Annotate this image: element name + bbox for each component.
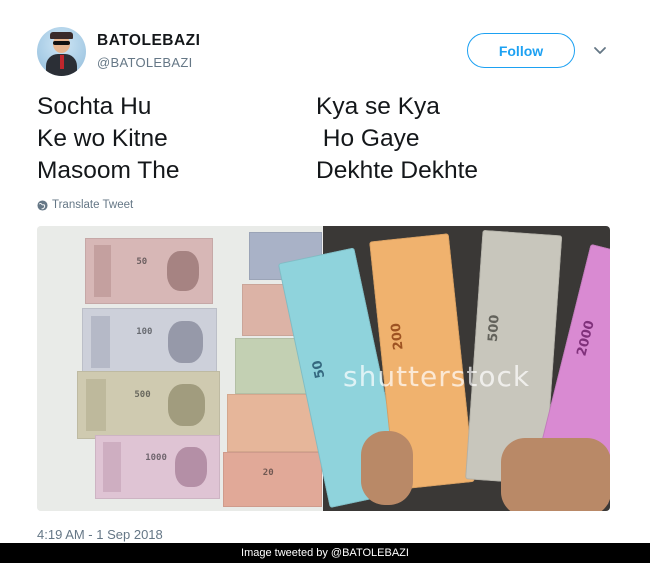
chevron-down-icon[interactable] xyxy=(592,43,608,59)
tweet-card: BATOLEBAZI @BATOLEBAZI Follow Sochta Hu … xyxy=(0,0,650,543)
image-caption: Image tweeted by @BATOLEBAZI xyxy=(0,543,650,563)
globe-icon xyxy=(37,199,48,211)
note-value: 500 xyxy=(485,314,503,343)
note-value: 50 xyxy=(310,358,329,380)
user-name[interactable]: BATOLEBAZI xyxy=(97,32,200,50)
tweet-text-right: Kya se Kya Ho Gaye Dekhte Dekhte xyxy=(316,93,479,184)
watermark-text: shutterstock xyxy=(343,360,531,393)
translate-label[interactable]: Translate Tweet xyxy=(52,199,133,211)
note-value: 500 xyxy=(134,390,151,401)
tweet-timestamp[interactable]: 4:19 AM - 1 Sep 2018 xyxy=(37,527,163,542)
note-1000: 1000 xyxy=(95,435,220,499)
note-20: 20 xyxy=(223,452,322,507)
note-value: 20 xyxy=(262,467,274,478)
note-value: 100 xyxy=(136,327,153,338)
avatar[interactable] xyxy=(37,27,86,76)
note-value: 200 xyxy=(388,322,407,351)
user-handle[interactable]: @BATOLEBAZI xyxy=(97,55,193,70)
tweet-media[interactable]: 50 100 500 1000 20 50 200 500 2000 shutt… xyxy=(37,226,610,511)
note-50: 50 xyxy=(85,238,213,304)
tweet-text-left: Sochta Hu Ke wo Kitne Masoom The xyxy=(37,93,180,184)
note-value: 1000 xyxy=(145,453,167,464)
note-100: 100 xyxy=(82,308,217,376)
note-value: 50 xyxy=(136,256,148,267)
caption-text: Image tweeted by @BATOLEBAZI xyxy=(241,547,409,559)
note-value: 2000 xyxy=(574,319,598,358)
new-currency-image: 50 200 500 2000 shutterstock xyxy=(277,226,610,511)
follow-button[interactable]: Follow xyxy=(467,33,575,68)
hand-left xyxy=(361,431,413,505)
hand-right xyxy=(501,438,610,511)
translate-link[interactable]: Translate Tweet xyxy=(37,199,133,211)
note-500: 500 xyxy=(77,371,220,439)
